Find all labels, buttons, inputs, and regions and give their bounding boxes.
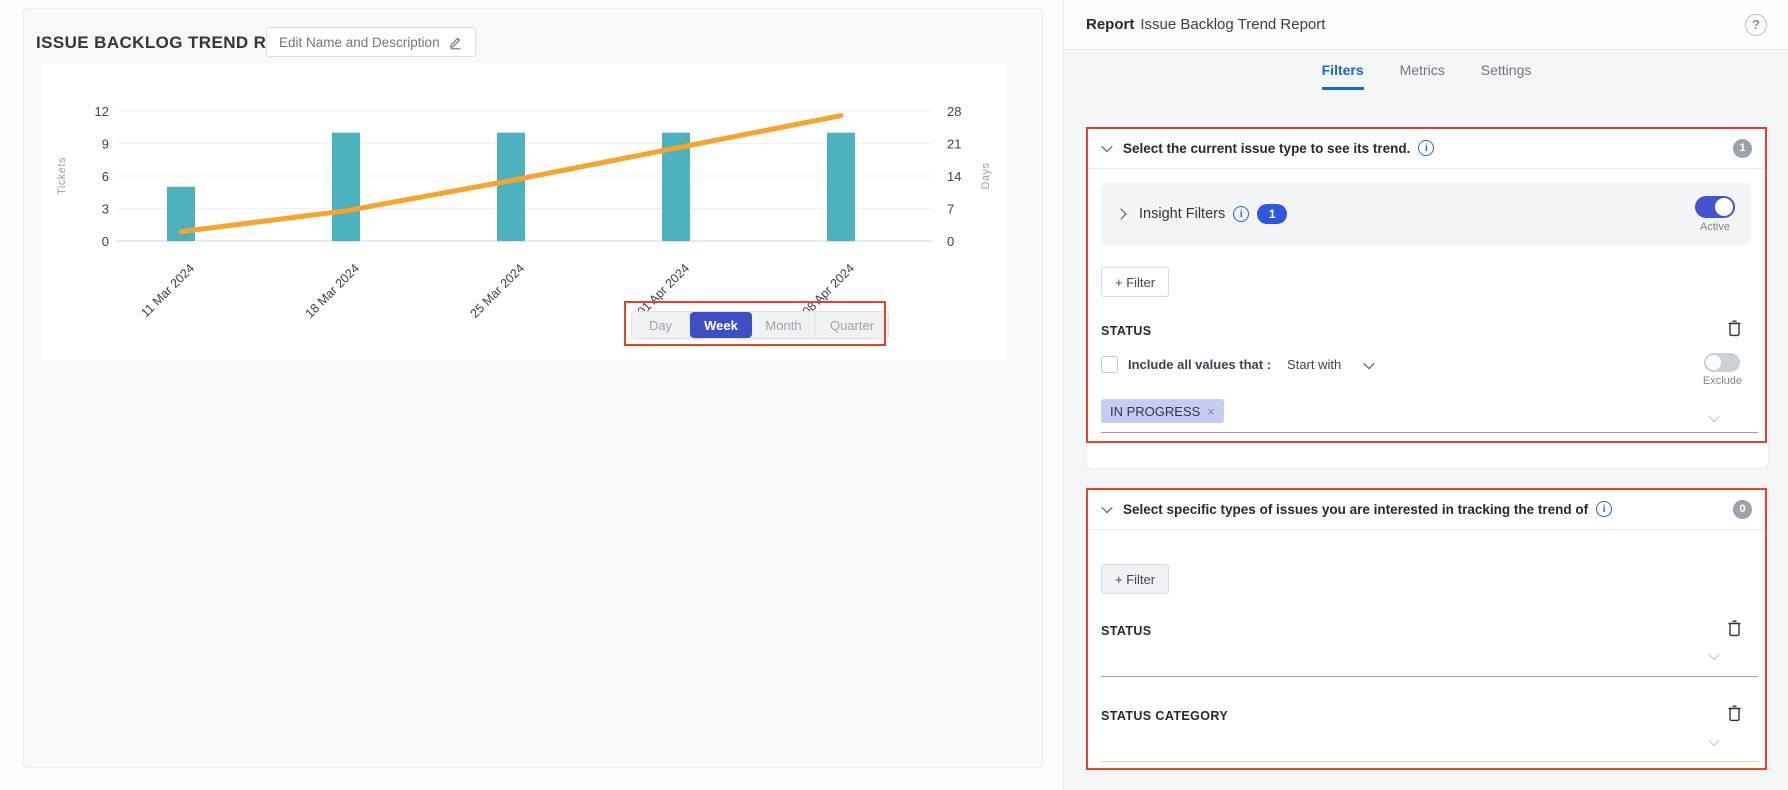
svg-text:25 Mar 2024: 25 Mar 2024: [468, 261, 528, 321]
section-2-header[interactable]: Select specific types of issues you are …: [1087, 489, 1768, 530]
status-category-dropdown-chevron-icon[interactable]: [1708, 735, 1719, 746]
panel-header-title: Issue Backlog Trend Report: [1140, 16, 1325, 33]
edit-button-label: Edit Name and Description: [279, 35, 440, 50]
chevron-down-icon: [1101, 502, 1112, 513]
tab-filters[interactable]: Filters: [1322, 62, 1364, 90]
report-config-panel: Report Issue Backlog Trend Report ? Filt…: [1063, 0, 1788, 790]
add-filter-button[interactable]: + Filter: [1101, 564, 1169, 594]
panel-header: Report Issue Backlog Trend Report ?: [1064, 0, 1788, 50]
active-toggle-label: Active: [1700, 221, 1730, 233]
report-preview-card: ISSUE BACKLOG TREND REPORT Edit Name and…: [23, 8, 1043, 768]
exclude-toggle[interactable]: [1704, 353, 1740, 372]
status-category-input-underline[interactable]: [1101, 761, 1758, 762]
info-icon[interactable]: i: [1596, 501, 1612, 517]
help-icon[interactable]: ?: [1745, 14, 1767, 36]
svg-text:Tickets: Tickets: [56, 157, 68, 195]
status-input-underline[interactable]: [1101, 676, 1758, 677]
operator-chevron-down-icon[interactable]: [1364, 357, 1375, 368]
svg-text:0: 0: [102, 234, 109, 249]
svg-text:9: 9: [102, 137, 109, 152]
svg-text:6: 6: [102, 169, 109, 184]
status-dropdown-chevron-icon[interactable]: [1708, 649, 1719, 660]
insight-filters-label: Insight Filters: [1139, 206, 1225, 222]
include-all-checkbox[interactable]: [1101, 356, 1118, 373]
chip-close-icon[interactable]: ×: [1207, 404, 1215, 419]
add-filter-button[interactable]: + Filter: [1101, 267, 1169, 297]
svg-text:0: 0: [947, 234, 954, 249]
chevron-down-icon: [1101, 141, 1112, 152]
trash-icon[interactable]: [1727, 320, 1742, 337]
exclude-toggle-wrap: Exclude: [1703, 353, 1742, 387]
include-values-row: Include all values that : Start with: [1101, 356, 1373, 373]
trash-icon[interactable]: [1727, 705, 1742, 722]
svg-text:11 Mar 2024: 11 Mar 2024: [138, 261, 197, 320]
tab-settings[interactable]: Settings: [1481, 62, 1532, 90]
insight-filters-active-toggle[interactable]: [1695, 196, 1735, 218]
toggle-knob: [1706, 355, 1721, 370]
values-dropdown-chevron-icon[interactable]: [1708, 411, 1719, 422]
pencil-icon: [448, 35, 463, 50]
operator-value[interactable]: Start with: [1287, 357, 1341, 372]
section-1-count-badge: 1: [1733, 139, 1752, 158]
chip-label: IN PROGRESS: [1110, 404, 1200, 419]
tab-metrics[interactable]: Metrics: [1400, 62, 1445, 90]
info-icon[interactable]: i: [1418, 140, 1434, 156]
section-2-title: Select specific types of issues you are …: [1123, 502, 1588, 517]
filter-field-status: STATUS: [1101, 324, 1152, 338]
svg-text:7: 7: [947, 202, 954, 217]
section-2-count-badge: 0: [1733, 500, 1752, 519]
edit-name-description-button[interactable]: Edit Name and Description: [266, 27, 476, 57]
granularity-day[interactable]: Day: [632, 312, 690, 338]
granularity-segmented-control: Day Week Month Quarter: [631, 311, 889, 339]
granularity-quarter[interactable]: Quarter: [816, 312, 888, 338]
report-builder-page: ISSUE BACKLOG TREND REPORT Edit Name and…: [0, 0, 1788, 790]
svg-text:3: 3: [102, 202, 109, 217]
chevron-right-icon: [1115, 208, 1126, 219]
trash-icon[interactable]: [1727, 620, 1742, 637]
panel-tabs: Filters Metrics Settings: [1064, 62, 1788, 90]
values-input-underline[interactable]: [1101, 432, 1758, 433]
svg-text:21: 21: [947, 137, 961, 152]
toggle-knob: [1715, 198, 1733, 216]
include-all-label: Include all values that :: [1128, 357, 1271, 372]
section-specific-issue-types: Select specific types of issues you are …: [1086, 488, 1769, 770]
svg-text:Days: Days: [980, 162, 992, 189]
exclude-toggle-label: Exclude: [1703, 375, 1742, 387]
section-1-title: Select the current issue type to see its…: [1123, 141, 1410, 156]
status-value-chip: IN PROGRESS ×: [1101, 399, 1224, 423]
granularity-week[interactable]: Week: [690, 312, 752, 338]
granularity-month[interactable]: Month: [752, 312, 816, 338]
filter-field-status: STATUS: [1101, 624, 1152, 638]
insight-filters-count-pill: 1: [1257, 204, 1287, 224]
svg-text:28: 28: [947, 104, 961, 119]
info-icon[interactable]: i: [1233, 206, 1249, 222]
svg-text:12: 12: [95, 104, 109, 119]
section-1-header[interactable]: Select the current issue type to see its…: [1087, 128, 1768, 169]
filter-field-status-category: STATUS CATEGORY: [1101, 709, 1228, 723]
svg-text:18 Mar 2024: 18 Mar 2024: [303, 261, 363, 321]
section-current-issue-type: Select the current issue type to see its…: [1086, 127, 1769, 469]
panel-header-label: Report: [1086, 16, 1134, 33]
insight-filters-row[interactable]: Insight Filters i 1 Active: [1101, 183, 1751, 245]
svg-text:14: 14: [947, 169, 961, 184]
